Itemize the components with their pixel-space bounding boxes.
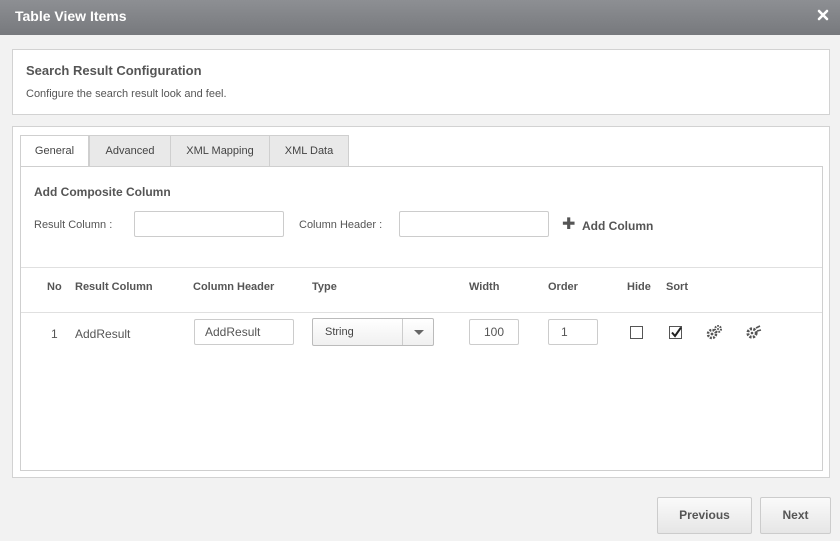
row-column-header-input[interactable]: AddResult [194,319,294,345]
row-type-select[interactable]: String [312,318,434,346]
row-order-input[interactable]: 1 [548,319,598,345]
row-sort-checkbox[interactable] [669,326,682,339]
add-composite-column-title: Add Composite Column [34,185,171,199]
tab-general[interactable]: General [20,135,89,168]
settings-panel: General Advanced XML Mapping XML Data Ad… [12,126,830,478]
config-heading: Search Result Configuration [26,63,202,78]
header-type: Type [312,281,337,293]
header-no: No [47,281,62,293]
column-header-label: Column Header : [299,219,383,231]
window-titlebar: Table View Items [0,0,840,35]
header-sort: Sort [666,281,688,293]
search-result-configuration-box: Search Result Configuration Configure th… [12,49,830,115]
add-column-label: Add Column [582,219,654,233]
general-tab-content: Add Composite Column Result Column : Col… [20,166,823,471]
gears-icon[interactable] [705,324,723,342]
row-result-column: AddResult [75,327,131,341]
table-row: 1 AddResult AddResult String 100 1 [21,315,822,355]
gear-settings-icon[interactable] [744,324,762,342]
row-width-input[interactable]: 100 [469,319,519,345]
tab-xml-data[interactable]: XML Data [269,135,349,167]
config-description: Configure the search result look and fee… [26,88,227,100]
row-hide-checkbox[interactable] [630,326,643,339]
result-column-label: Result Column : [34,219,113,231]
tab-advanced[interactable]: Advanced [89,135,171,167]
header-column-header: Column Header [193,281,275,293]
result-column-input[interactable] [134,211,284,237]
column-header-input[interactable] [399,211,549,237]
header-order: Order [548,281,578,293]
tab-xml-mapping[interactable]: XML Mapping [170,135,270,167]
window-title: Table View Items [15,8,127,24]
header-hide: Hide [627,281,651,293]
header-result-column: Result Column [75,281,153,293]
chevron-down-icon [402,319,433,345]
previous-button[interactable]: Previous [657,497,752,534]
close-icon[interactable] [816,8,830,22]
plus-icon: ✚ [562,216,576,233]
next-button[interactable]: Next [760,497,831,534]
table-header: No Result Column Column Header Type Widt… [21,267,822,313]
row-number: 1 [51,327,58,341]
header-width: Width [469,281,500,293]
row-type-value: String [325,326,354,338]
checkmark-icon [671,326,682,338]
